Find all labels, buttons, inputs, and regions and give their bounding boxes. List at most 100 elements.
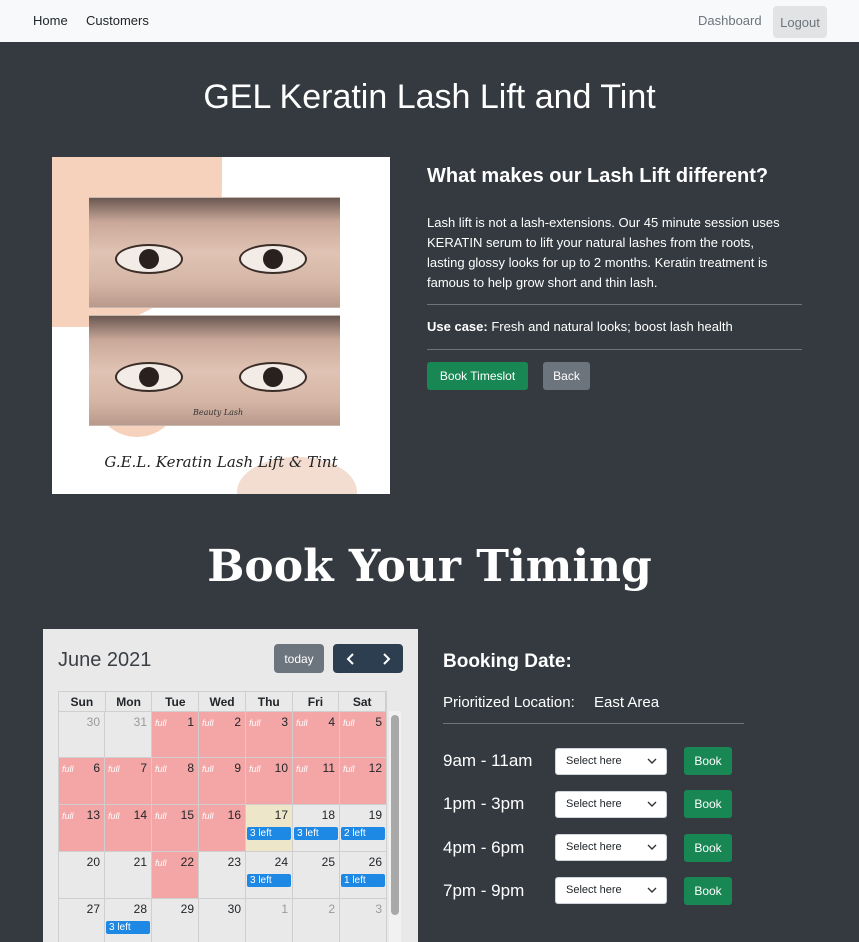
calendar: June 2021 today Sun Mon Tue Wed Thu Fri Sat 30… bbox=[43, 629, 418, 942]
day-number: 16 bbox=[227, 808, 241, 822]
today-button[interactable]: today bbox=[274, 644, 324, 673]
day-number: 23 bbox=[227, 855, 241, 869]
location-value: East Area bbox=[594, 694, 660, 711]
book-timeslot-button[interactable]: Book Timeslot bbox=[427, 362, 528, 390]
day-number: 2 bbox=[328, 902, 335, 916]
before-eye-photo bbox=[89, 197, 340, 308]
full-tag: full bbox=[202, 764, 214, 774]
select-placeholder: Select here bbox=[566, 798, 622, 810]
day-number: 13 bbox=[86, 808, 100, 822]
logout-button[interactable]: Logout bbox=[773, 6, 827, 38]
calendar-day-cell[interactable]: full 11 bbox=[293, 758, 340, 805]
day-number: 6 bbox=[93, 761, 100, 775]
calendar-day-cell[interactable]: 25 bbox=[293, 852, 340, 899]
full-tag: full bbox=[296, 764, 308, 774]
calendar-day-cell[interactable]: 27 bbox=[58, 899, 105, 942]
calendar-week: 20 21 full 22 23 24 3 left 25 26 1 left bbox=[58, 852, 387, 899]
back-button[interactable]: Back bbox=[543, 362, 590, 390]
chevron-left-icon[interactable] bbox=[333, 644, 368, 673]
calendar-day-cell[interactable]: full 8 bbox=[152, 758, 199, 805]
nav-dashboard-link[interactable]: Dashboard bbox=[698, 13, 762, 28]
scroll-thumb[interactable] bbox=[391, 715, 399, 915]
calendar-day-cell[interactable]: 19 2 left bbox=[340, 805, 387, 852]
calendar-day-cell[interactable]: 30 bbox=[58, 711, 105, 758]
calendar-day-cell[interactable]: full 6 bbox=[58, 758, 105, 805]
calendar-day-cell[interactable]: 17 3 left bbox=[246, 805, 293, 852]
calendar-day-cell[interactable]: full 1 bbox=[152, 711, 199, 758]
full-tag: full bbox=[155, 718, 167, 728]
day-number: 3 bbox=[281, 715, 288, 729]
calendar-day-cell[interactable]: 2 bbox=[293, 899, 340, 942]
calendar-day-cell[interactable]: 23 bbox=[199, 852, 246, 899]
availability-event[interactable]: 3 left bbox=[106, 921, 150, 934]
calendar-week: full 13 full 14 full 15 full 16 17 3 left 18 3 left… bbox=[58, 805, 387, 852]
weekday-label: Tue bbox=[152, 692, 200, 711]
slot-book-button[interactable]: Book bbox=[684, 747, 732, 775]
availability-event[interactable]: 3 left bbox=[294, 827, 338, 840]
calendar-day-cell[interactable]: full 16 bbox=[199, 805, 246, 852]
slot-time-label: 7pm - 9pm bbox=[443, 881, 525, 900]
day-number: 1 bbox=[281, 902, 288, 916]
day-number: 19 bbox=[368, 808, 382, 822]
calendar-day-cell[interactable]: full 3 bbox=[246, 711, 293, 758]
info-heading: What makes our Lash Lift different? bbox=[427, 165, 769, 187]
calendar-day-cell[interactable]: 26 1 left bbox=[340, 852, 387, 899]
chevron-down-icon bbox=[647, 878, 657, 913]
calendar-day-cell[interactable]: 28 3 left bbox=[105, 899, 152, 942]
brand-signature: Beauty Lash bbox=[193, 408, 244, 417]
day-number: 12 bbox=[368, 761, 382, 775]
full-tag: full bbox=[296, 718, 308, 728]
day-number: 3 bbox=[375, 902, 382, 916]
availability-event[interactable]: 3 left bbox=[247, 827, 291, 840]
slot-book-button[interactable]: Book bbox=[684, 834, 732, 862]
availability-event[interactable]: 2 left bbox=[341, 827, 385, 840]
calendar-day-cell[interactable]: 30 bbox=[199, 899, 246, 942]
calendar-day-cell[interactable]: full 4 bbox=[293, 711, 340, 758]
select-placeholder: Select here bbox=[566, 884, 622, 896]
day-number: 14 bbox=[133, 808, 147, 822]
nav-customers-link[interactable]: Customers bbox=[86, 13, 149, 28]
calendar-day-cell[interactable]: full 7 bbox=[105, 758, 152, 805]
calendar-scrollbar[interactable] bbox=[389, 711, 401, 942]
calendar-day-cell[interactable]: 29 bbox=[152, 899, 199, 942]
day-number: 8 bbox=[187, 761, 194, 775]
calendar-day-cell[interactable]: full 14 bbox=[105, 805, 152, 852]
day-number: 10 bbox=[274, 761, 288, 775]
calendar-day-cell[interactable]: full 9 bbox=[199, 758, 246, 805]
calendar-day-cell[interactable]: 20 bbox=[58, 852, 105, 899]
calendar-day-cell[interactable]: 21 bbox=[105, 852, 152, 899]
calendar-day-cell[interactable]: 18 3 left bbox=[293, 805, 340, 852]
full-tag: full bbox=[249, 764, 261, 774]
day-number: 7 bbox=[140, 761, 147, 775]
day-number: 25 bbox=[321, 855, 335, 869]
booking-date-title: Booking Date: bbox=[443, 651, 572, 672]
slot-select[interactable]: Select here bbox=[555, 748, 667, 775]
calendar-day-cell[interactable]: full 22 bbox=[152, 852, 199, 899]
calendar-day-cell[interactable]: full 10 bbox=[246, 758, 293, 805]
chevron-right-icon[interactable] bbox=[368, 644, 403, 673]
slot-select[interactable]: Select here bbox=[555, 877, 667, 904]
calendar-day-cell[interactable]: full 13 bbox=[58, 805, 105, 852]
calendar-week: 27 28 3 left 29 30 1 2 3 bbox=[58, 899, 387, 942]
availability-event[interactable]: 3 left bbox=[247, 874, 291, 887]
weekday-header: Sun Mon Tue Wed Thu Fri Sat bbox=[58, 691, 387, 711]
availability-event[interactable]: 1 left bbox=[341, 874, 385, 887]
calendar-day-cell[interactable]: 1 bbox=[246, 899, 293, 942]
day-number: 11 bbox=[322, 761, 335, 775]
full-tag: full bbox=[343, 764, 355, 774]
day-number: 20 bbox=[86, 855, 100, 869]
slot-book-button[interactable]: Book bbox=[684, 877, 732, 905]
slot-select[interactable]: Select here bbox=[555, 791, 667, 818]
eye-shape bbox=[239, 362, 307, 392]
nav-home-link[interactable]: Home bbox=[33, 13, 68, 28]
calendar-day-cell[interactable]: full 2 bbox=[199, 711, 246, 758]
calendar-day-cell[interactable]: 24 3 left bbox=[246, 852, 293, 899]
calendar-day-cell[interactable]: full 5 bbox=[340, 711, 387, 758]
calendar-day-cell[interactable]: full 15 bbox=[152, 805, 199, 852]
calendar-day-cell[interactable]: full 12 bbox=[340, 758, 387, 805]
calendar-day-cell[interactable]: 31 bbox=[105, 711, 152, 758]
calendar-day-cell[interactable]: 3 bbox=[340, 899, 387, 942]
weekday-label: Wed bbox=[199, 692, 246, 711]
slot-select[interactable]: Select here bbox=[555, 834, 667, 861]
slot-book-button[interactable]: Book bbox=[684, 790, 732, 818]
